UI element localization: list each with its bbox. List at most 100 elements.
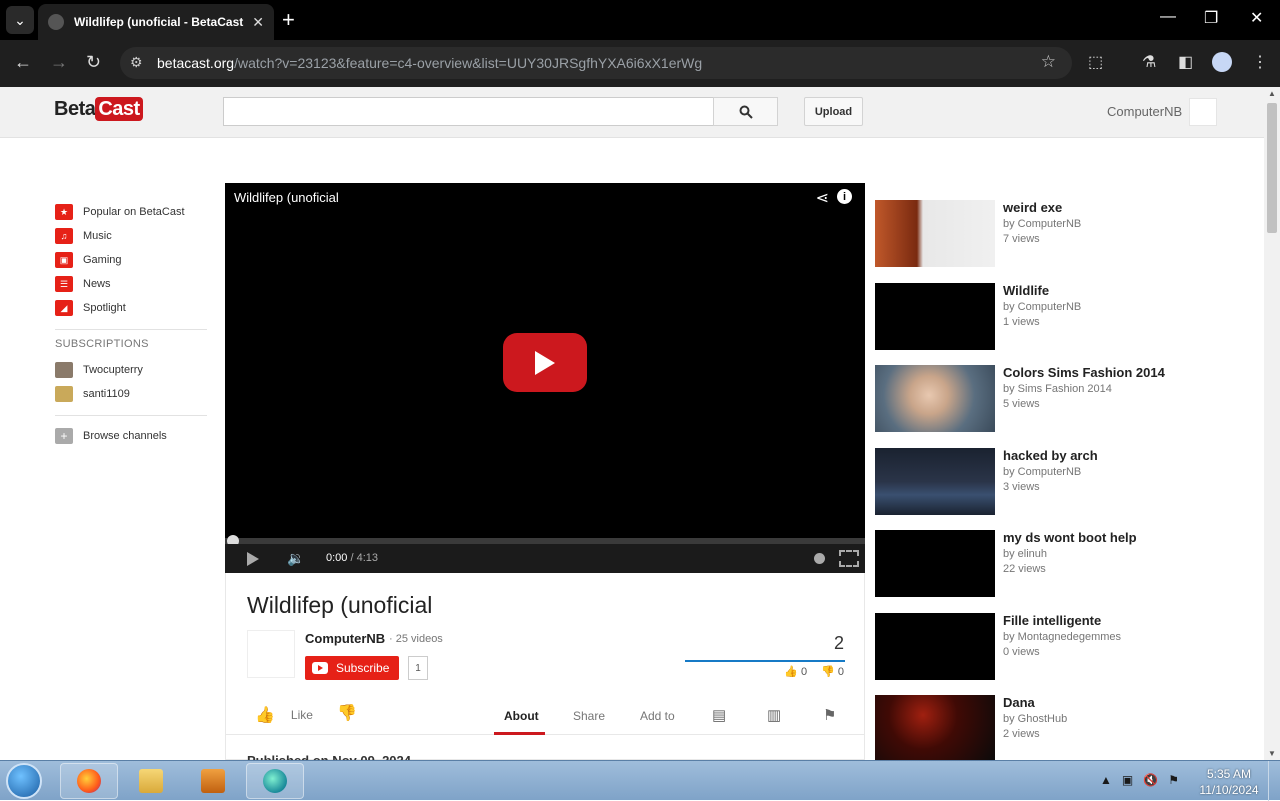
tab-close-icon[interactable]: ✕ xyxy=(252,14,264,31)
nav-item-gaming[interactable]: ▣ Gaming xyxy=(55,248,207,272)
search-button[interactable] xyxy=(713,97,778,126)
video-player[interactable]: Wildlifep (unoficial ⋖ i 🔉 0:00 / 4:13 xyxy=(225,183,865,573)
play-control-icon[interactable] xyxy=(247,552,259,566)
play-icon xyxy=(535,350,555,375)
transcript-icon[interactable]: ▤ xyxy=(712,706,726,724)
network-icon[interactable]: ▣ xyxy=(1122,773,1133,787)
channel-avatar xyxy=(55,386,73,402)
nav-item-spotlight[interactable]: ◢ Spotlight xyxy=(55,296,207,320)
browse-channels-link[interactable]: + Browse channels xyxy=(55,424,207,448)
video-thumbnail[interactable] xyxy=(875,612,995,680)
related-title[interactable]: hacked by arch xyxy=(1003,448,1098,463)
report-flag-icon[interactable]: ⚑ xyxy=(823,706,836,724)
video-thumbnail[interactable] xyxy=(875,695,995,762)
nav-item-news[interactable]: ☰ News xyxy=(55,272,207,296)
user-name[interactable]: ComputerNB xyxy=(1107,104,1182,119)
related-video[interactable]: Wildlife by ComputerNB 1 views xyxy=(875,282,1255,366)
url-text[interactable]: betacast.org/watch?v=23123&feature=c4-ov… xyxy=(157,55,702,71)
dislike-button[interactable]: 👎 xyxy=(337,703,357,723)
tab-about[interactable]: About xyxy=(504,709,539,723)
search-input[interactable] xyxy=(223,97,714,126)
subscription-item[interactable]: santi1109 xyxy=(55,382,207,406)
subscribe-button[interactable]: Subscribe xyxy=(305,656,399,680)
player-title[interactable]: Wildlifep (unoficial xyxy=(234,190,339,205)
related-title[interactable]: Fille intelligente xyxy=(1003,613,1101,628)
related-video[interactable]: weird exe by ComputerNB 7 views xyxy=(875,200,1255,283)
site-favicon-icon xyxy=(48,14,64,30)
related-title[interactable]: my ds wont boot help xyxy=(1003,530,1137,545)
video-thumbnail[interactable] xyxy=(875,530,995,597)
subscriptions-heading: SUBSCRIPTIONS xyxy=(55,338,149,350)
video-info-card: Wildlifep (unoficial ComputerNB · 25 vid… xyxy=(225,573,865,768)
related-title[interactable]: Colors Sims Fashion 2014 xyxy=(1003,365,1165,380)
taskbar-browser[interactable] xyxy=(246,763,304,799)
taskbar-media-player[interactable] xyxy=(184,763,242,799)
taskbar-explorer[interactable] xyxy=(122,763,180,799)
site-info-icon[interactable]: ⚙ xyxy=(130,54,143,71)
upload-button[interactable]: Upload xyxy=(804,97,863,126)
share-icon[interactable]: ⋖ xyxy=(816,188,829,208)
minimize-icon[interactable]: — xyxy=(1160,8,1176,26)
volume-icon[interactable]: 🔉 xyxy=(287,550,304,567)
video-thumbnail[interactable] xyxy=(875,200,995,267)
related-views: 22 views xyxy=(1003,563,1046,575)
related-views: 0 views xyxy=(1003,645,1040,658)
owner-thumbnail[interactable] xyxy=(247,630,295,678)
like-button[interactable]: 👍 Like xyxy=(255,705,313,725)
related-title[interactable]: weird exe xyxy=(1003,200,1062,215)
profile-avatar-icon[interactable] xyxy=(1212,52,1232,72)
labs-icon[interactable]: ⚗ xyxy=(1142,52,1156,72)
tab-share[interactable]: Share xyxy=(573,709,605,723)
subscription-item[interactable]: Twocupterry xyxy=(55,358,207,382)
video-thumbnail[interactable] xyxy=(875,365,995,432)
address-bar[interactable]: ⚙ betacast.org/watch?v=23123&feature=c4-… xyxy=(120,47,1072,79)
bookmark-star-icon[interactable]: ☆ xyxy=(1041,52,1056,72)
taskbar-firefox[interactable] xyxy=(60,763,118,799)
page-scrollbar[interactable]: ▲ ▼ xyxy=(1264,87,1280,760)
menu-icon[interactable]: ⋮ xyxy=(1252,52,1268,72)
scroll-up-icon[interactable]: ▲ xyxy=(1268,89,1276,98)
related-views: 3 views xyxy=(1003,480,1040,493)
back-icon[interactable]: ← xyxy=(14,52,32,73)
forward-icon[interactable]: → xyxy=(50,52,68,73)
related-video[interactable]: Colors Sims Fashion 2014 by Sims Fashion… xyxy=(875,365,1255,448)
tab-add-to[interactable]: Add to xyxy=(640,709,675,723)
new-tab-icon[interactable]: + xyxy=(282,8,295,32)
close-window-icon[interactable]: ✕ xyxy=(1250,8,1263,28)
nav-item-popular[interactable]: ★ Popular on BetaCast xyxy=(55,200,207,224)
taskbar-clock[interactable]: 5:35 AM 11/10/2024 xyxy=(1196,766,1262,798)
start-button[interactable] xyxy=(6,763,42,799)
stats-icon[interactable]: ▥ xyxy=(767,706,781,724)
nav-item-music[interactable]: ♫ Music xyxy=(55,224,207,248)
settings-icon[interactable] xyxy=(814,553,825,564)
video-thumbnail[interactable] xyxy=(875,282,995,350)
related-title[interactable]: Dana xyxy=(1003,695,1035,710)
scroll-down-icon[interactable]: ▼ xyxy=(1268,749,1276,758)
related-title[interactable]: Wildlife xyxy=(1003,283,1049,298)
related-video[interactable]: Fille intelligente by Montagnedegemmes 0… xyxy=(875,612,1255,696)
reload-icon[interactable]: ↻ xyxy=(86,52,101,73)
extensions-icon[interactable]: ⬚ xyxy=(1088,52,1103,72)
info-icon[interactable]: i xyxy=(837,189,852,204)
show-desktop-button[interactable] xyxy=(1268,761,1280,801)
view-count: 2 xyxy=(833,633,844,653)
firefox-icon xyxy=(77,769,101,793)
related-video[interactable]: my ds wont boot help by elinuh 22 views xyxy=(875,530,1255,613)
scrollbar-thumb[interactable] xyxy=(1267,103,1277,233)
volume-muted-icon[interactable]: 🔇 xyxy=(1143,773,1158,787)
video-thumbnail[interactable] xyxy=(875,447,995,515)
browser-toolbar: ← → ↻ ⚙ betacast.org/watch?v=23123&featu… xyxy=(0,40,1280,87)
big-play-button[interactable] xyxy=(503,333,587,392)
owner-name[interactable]: ComputerNB xyxy=(305,631,385,646)
tab-search-icon[interactable]: ⌄ xyxy=(6,6,34,34)
restore-icon[interactable]: ❐ xyxy=(1204,8,1218,28)
side-panel-icon[interactable]: ◧ xyxy=(1178,52,1193,72)
action-center-flag-icon[interactable]: ⚑ xyxy=(1168,773,1179,787)
browser-tab[interactable]: Wildlifep (unoficial - BetaCast ✕ xyxy=(38,4,274,40)
fullscreen-icon[interactable] xyxy=(839,550,859,567)
related-video[interactable]: hacked by arch by ComputerNB 3 views xyxy=(875,447,1255,531)
user-avatar[interactable] xyxy=(1189,98,1217,126)
betacast-logo[interactable]: Beta Cast xyxy=(54,97,143,121)
tray-expand-icon[interactable]: ▲ xyxy=(1100,773,1112,787)
likes-row: 👍 0 👎 0 xyxy=(784,665,844,678)
